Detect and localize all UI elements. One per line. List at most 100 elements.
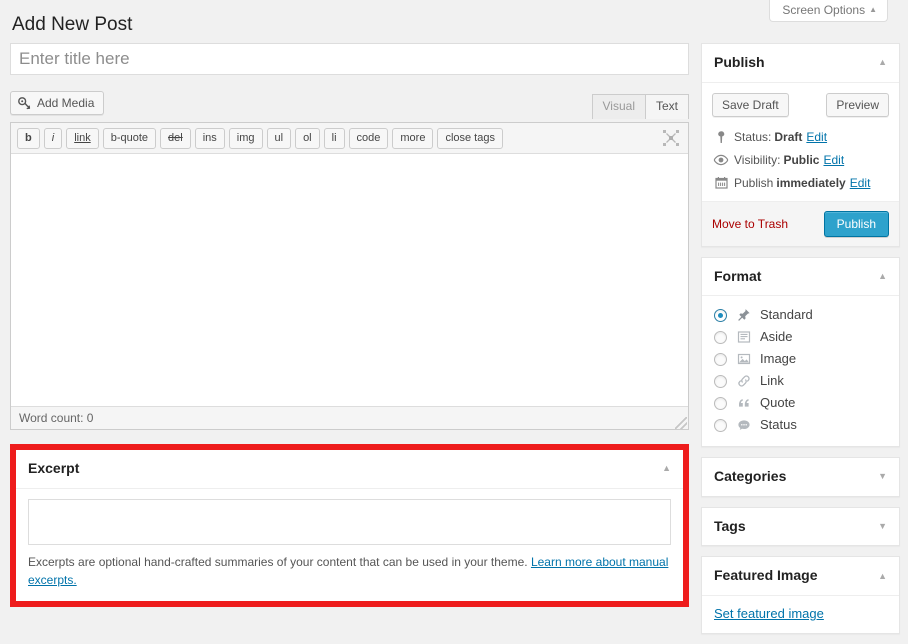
chevron-up-icon[interactable]: ▲: [662, 464, 671, 473]
editor-resize-handle[interactable]: [675, 417, 687, 429]
publish-button-row: Save Draft Preview: [712, 92, 889, 117]
format-label-quote: Quote: [760, 395, 796, 411]
excerpt-panel-title: Excerpt: [28, 460, 80, 476]
quicktag-ol[interactable]: ol: [295, 128, 320, 149]
excerpt-textarea[interactable]: [28, 498, 671, 545]
format-panel-title: Format: [714, 267, 762, 284]
featured-image-panel-title: Featured Image: [714, 567, 818, 584]
quicktag-b[interactable]: b: [17, 128, 40, 149]
quicktag-close-tags[interactable]: close tags: [437, 128, 503, 149]
chevron-down-icon[interactable]: ▼: [878, 472, 887, 481]
publish-panel-body: Save Draft Preview Status: Draft Edit Vi…: [702, 83, 899, 195]
quote-icon: [735, 396, 753, 410]
sidebar-column: Publish ▲ Save Draft Preview Status: Dra…: [701, 43, 900, 644]
chevron-up-icon[interactable]: ▲: [878, 571, 887, 581]
quicktag-code[interactable]: code: [348, 128, 389, 149]
media-icon: [18, 96, 32, 110]
post-title-input[interactable]: [10, 43, 689, 75]
excerpt-panel-body: Excerpts are optional hand-crafted summa…: [16, 489, 683, 601]
editor-box: b i link b-quote del ins img ul ol li co…: [10, 122, 689, 430]
title-field-wrap: [10, 43, 689, 75]
radio-link[interactable]: [714, 374, 727, 388]
page-wrap: Add New Post Enter title here Add Media …: [10, 10, 900, 634]
quicktag-ul[interactable]: ul: [266, 128, 292, 149]
excerpt-hint: Excerpts are optional hand-crafted summa…: [28, 553, 671, 589]
quicktags-toolbar: b i link b-quote del ins img ul ol li co…: [11, 123, 688, 154]
quicktag-img[interactable]: img: [228, 128, 263, 149]
tags-panel-title: Tags: [714, 517, 746, 534]
post-editor: Add Media Visual Text b i link b-quote d…: [10, 91, 689, 430]
main-column: Add Media Visual Text b i link b-quote d…: [10, 43, 689, 607]
pin-icon: [735, 308, 753, 322]
quicktag-more[interactable]: more: [392, 128, 434, 149]
save-draft-button[interactable]: Save Draft: [712, 92, 789, 117]
editor-content-area[interactable]: [11, 154, 688, 406]
format-label-image: Image: [760, 351, 797, 367]
excerpt-panel-header[interactable]: Excerpt ▲: [16, 450, 683, 489]
post-visibility-row: Visibility: Public Edit: [712, 149, 889, 172]
post-schedule-label: Publish: [734, 175, 774, 190]
format-option-image[interactable]: Image: [714, 348, 887, 370]
format-label-standard: Standard: [760, 307, 813, 323]
move-to-trash-link[interactable]: Move to Trash: [712, 217, 788, 231]
categories-panel-title: Categories: [714, 468, 787, 485]
excerpt-panel: Excerpt ▲ Excerpts are optional hand-cra…: [16, 450, 683, 601]
editor-toolbar-row: Add Media Visual Text: [10, 91, 689, 119]
publish-panel: Publish ▲ Save Draft Preview Status: Dra…: [701, 43, 900, 247]
post-status-row: Status: Draft Edit: [712, 126, 889, 149]
publish-actions-row: Move to Trash Publish: [702, 200, 899, 246]
categories-panel-header[interactable]: Categories ▼: [702, 458, 899, 496]
post-status-value: Draft: [774, 129, 803, 144]
chevron-up-icon[interactable]: ▲: [878, 58, 887, 67]
image-icon: [735, 352, 753, 366]
format-option-status[interactable]: Status: [714, 414, 887, 436]
format-label-link: Link: [760, 373, 784, 389]
format-panel: Format ▲ Standard Aside Image Link Quote…: [701, 256, 900, 448]
quicktag-link[interactable]: link: [66, 128, 99, 149]
edit-status-link[interactable]: Edit: [806, 130, 827, 144]
publish-panel-header[interactable]: Publish ▲: [702, 44, 899, 83]
categories-panel: Categories ▼: [701, 457, 900, 497]
format-option-standard[interactable]: Standard: [714, 304, 887, 326]
publish-button[interactable]: Publish: [823, 210, 889, 237]
link-icon: [735, 374, 753, 388]
set-featured-image-link[interactable]: Set featured image: [714, 606, 824, 621]
preview-button[interactable]: Preview: [826, 92, 889, 117]
quicktag-ins[interactable]: ins: [194, 128, 225, 149]
radio-status[interactable]: [714, 418, 727, 432]
format-option-quote[interactable]: Quote: [714, 392, 887, 414]
format-option-aside[interactable]: Aside: [714, 326, 887, 348]
edit-visibility-link[interactable]: Edit: [823, 153, 844, 167]
eye-icon: [713, 154, 729, 166]
tags-panel: Tags ▼: [701, 506, 900, 547]
radio-aside[interactable]: [714, 330, 727, 344]
post-visibility-label: Visibility:: [734, 152, 781, 167]
tab-text[interactable]: Text: [644, 94, 689, 119]
featured-image-panel-header[interactable]: Featured Image ▲: [702, 557, 899, 596]
add-media-button[interactable]: Add Media: [10, 91, 105, 115]
distraction-free-icon[interactable]: [662, 129, 680, 147]
tab-visual[interactable]: Visual: [591, 94, 646, 119]
pin-icon: [713, 130, 729, 144]
chevron-down-icon[interactable]: ▼: [878, 522, 887, 531]
chevron-up-icon[interactable]: ▲: [878, 271, 887, 281]
quicktag-b-quote[interactable]: b-quote: [102, 128, 157, 149]
format-label-aside: Aside: [760, 329, 793, 345]
excerpt-hint-text: Excerpts are optional hand-crafted summa…: [28, 554, 531, 569]
featured-image-panel-body: Set featured image: [702, 596, 899, 633]
editor-mode-tabs: Visual Text: [591, 94, 689, 119]
radio-image[interactable]: [714, 352, 727, 366]
radio-quote[interactable]: [714, 396, 727, 410]
edit-schedule-link[interactable]: Edit: [850, 176, 871, 190]
quicktag-i[interactable]: i: [43, 128, 63, 149]
post-status-label: Status:: [734, 129, 772, 144]
format-panel-header[interactable]: Format ▲: [702, 258, 899, 297]
format-option-link[interactable]: Link: [714, 370, 887, 392]
excerpt-highlight-box: Excerpt ▲ Excerpts are optional hand-cra…: [10, 444, 689, 607]
quicktag-del[interactable]: del: [160, 128, 191, 149]
radio-standard[interactable]: [714, 308, 727, 322]
post-columns: Add Media Visual Text b i link b-quote d…: [10, 43, 900, 644]
publish-panel-title: Publish: [714, 54, 765, 70]
quicktag-li[interactable]: li: [323, 128, 345, 149]
tags-panel-header[interactable]: Tags ▼: [702, 508, 899, 546]
